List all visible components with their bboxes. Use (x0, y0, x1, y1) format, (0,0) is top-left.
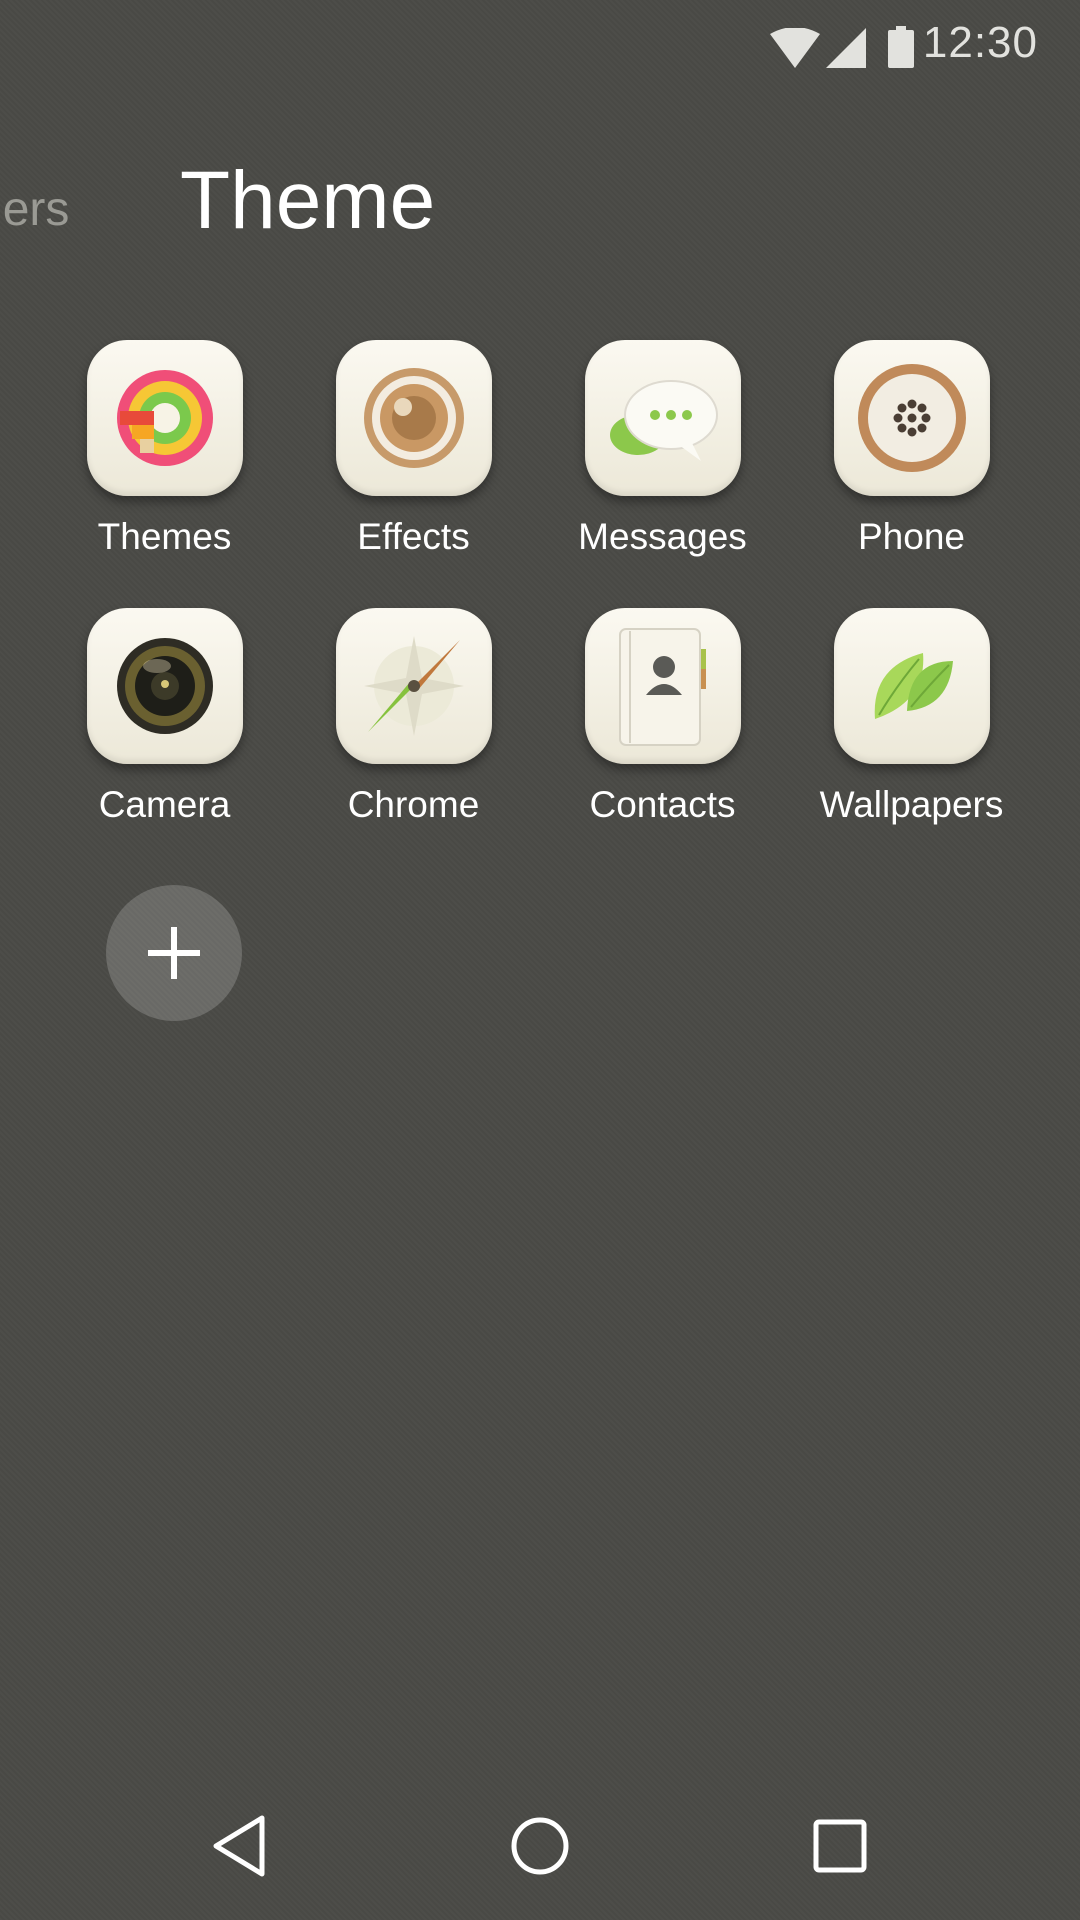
app-label: Messages (578, 516, 747, 557)
cell-signal-icon (826, 28, 866, 68)
app-chrome[interactable]: Chrome (289, 608, 538, 826)
app-label: Contacts (589, 784, 736, 825)
add-app-button[interactable] (106, 885, 242, 1021)
status-time: 12:30 (922, 18, 1038, 67)
app-label: Camera (98, 784, 231, 825)
status-bar: 12:30 (0, 0, 1080, 96)
effects-icon (363, 368, 464, 468)
navigation-bar (0, 1800, 1080, 1920)
tab-current[interactable]: Theme (180, 154, 435, 248)
app-messages[interactable]: Messages (538, 340, 787, 558)
app-label: Chrome (347, 784, 480, 825)
app-label: Wallpapers (819, 784, 1004, 825)
themes-icon (116, 370, 213, 466)
back-icon[interactable] (210, 1814, 270, 1878)
app-effects[interactable]: Effects (289, 340, 538, 558)
app-label: Phone (858, 516, 965, 557)
app-camera[interactable]: Camera (40, 608, 289, 826)
app-phone[interactable]: Phone (787, 340, 1036, 558)
compass-icon (363, 636, 464, 736)
recents-icon[interactable] (812, 1818, 868, 1874)
wifi-icon (770, 28, 820, 68)
app-themes[interactable]: Themes (40, 340, 289, 558)
leaf-icon (874, 653, 953, 719)
app-contacts[interactable]: Contacts (538, 608, 787, 826)
home-icon[interactable] (509, 1815, 571, 1877)
tab-previous[interactable]: hers (0, 182, 69, 237)
battery-icon (888, 26, 914, 68)
app-label: Effects (357, 516, 470, 557)
app-label: Themes (97, 516, 232, 557)
camera-icon (116, 638, 213, 734)
contacts-icon (618, 628, 706, 746)
plus-icon (148, 927, 200, 979)
app-wallpapers[interactable]: Wallpapers (787, 608, 1036, 826)
phone-icon (857, 364, 966, 472)
messages-icon (609, 380, 718, 461)
